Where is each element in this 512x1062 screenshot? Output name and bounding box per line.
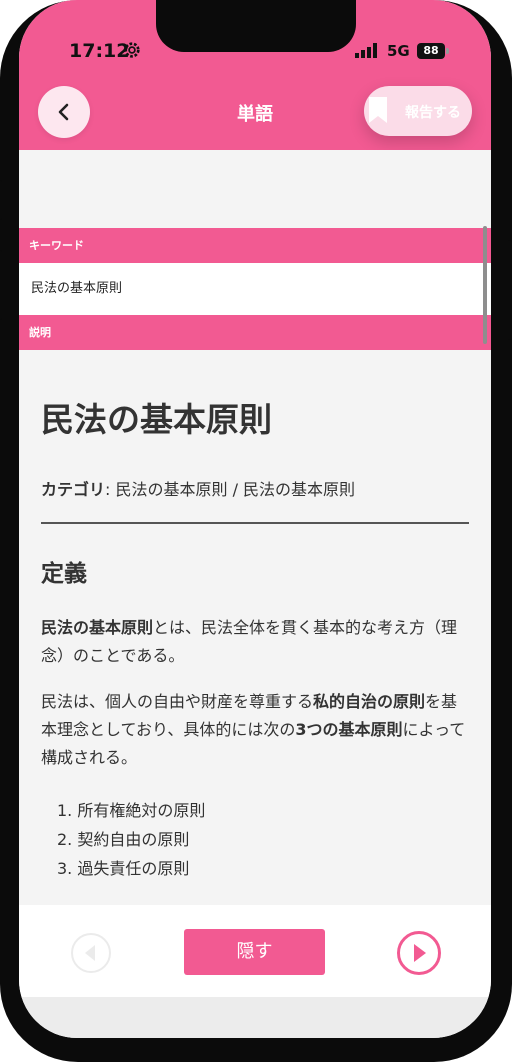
category-label: カテゴリ: [41, 479, 106, 499]
battery-cap: [446, 48, 449, 54]
side-button: [508, 240, 512, 340]
notch: [156, 0, 356, 52]
gear-icon: [124, 42, 140, 58]
article-title: 民法の基本原則: [41, 400, 272, 439]
next-button[interactable]: [397, 931, 441, 975]
term-bold: 民法の基本原則: [41, 617, 154, 637]
category-value: : 民法の基本原則 / 民法の基本原則: [105, 479, 356, 499]
report-label: 報告する: [405, 105, 461, 121]
bookmark-icon: [369, 97, 387, 123]
principles-paragraph: 民法は、個人の自由や財産を尊重する私的自治の原則を基本理念としており、具体的には…: [41, 688, 469, 772]
prev-icon: [85, 945, 95, 961]
network-label: 5G: [387, 42, 410, 60]
signal-icon: [355, 43, 377, 58]
status-time: 17:12: [69, 40, 130, 62]
hide-button[interactable]: 隠す: [184, 929, 325, 975]
bottom-toolbar: 隠す: [19, 905, 491, 997]
keyword-value: 民法の基本原則: [19, 263, 491, 315]
report-button[interactable]: 報告する: [364, 86, 472, 136]
phone-frame: 17:12 5G 88 単語 報告する キーワード 民法の基本原則 説明 民法の…: [0, 0, 512, 1062]
principles-bold: 3つの基本原則: [295, 719, 403, 739]
side-button: [0, 180, 2, 220]
spacer: [19, 150, 491, 228]
list-item: 3. 過失責任の原則: [57, 858, 190, 878]
prev-button[interactable]: [71, 933, 111, 973]
home-indicator-area: [19, 997, 491, 1038]
keyword-section-header: キーワード: [19, 228, 491, 263]
battery-icon: 88: [417, 43, 445, 59]
definition-paragraph: 民法の基本原則とは、民法全体を貫く基本的な考え方（理念）のことである。: [41, 614, 469, 670]
list-item: 2. 契約自由の原則: [57, 829, 190, 849]
principles-list: 1. 所有権絶対の原則 2. 契約自由の原則 3. 過失責任の原則: [41, 796, 469, 883]
scrollbar[interactable]: [483, 226, 487, 344]
side-button: [0, 250, 2, 320]
article-content: 民法の基本原則 カテゴリ: 民法の基本原則 / 民法の基本原則 定義 民法の基本…: [41, 400, 469, 883]
category-line: カテゴリ: 民法の基本原則 / 民法の基本原則: [41, 476, 469, 500]
definition-heading: 定義: [41, 560, 87, 587]
list-item: 1. 所有権絶対の原則: [57, 800, 206, 820]
principles-text: 民法は、個人の自由や財産を尊重する: [41, 691, 314, 711]
principles-bold: 私的自治の原則: [313, 691, 426, 711]
divider: [41, 521, 469, 524]
screen: 17:12 5G 88 単語 報告する キーワード 民法の基本原則 説明 民法の…: [19, 0, 491, 1038]
description-section-header: 説明: [19, 315, 491, 350]
next-icon: [414, 944, 426, 962]
